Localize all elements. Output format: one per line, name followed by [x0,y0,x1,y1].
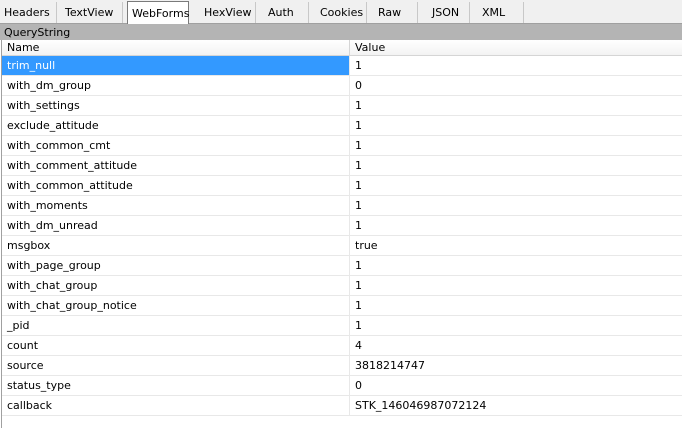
table-row[interactable]: with_common_attitude 1 [2,176,682,196]
table-row[interactable]: trim_null 1 [2,56,682,76]
param-value: 1 [355,179,362,192]
querystring-grid[interactable]: Name Value trim_null 1 with_dm_group 0 wit… [1,40,682,428]
table-row[interactable]: callback STK_146046987072124 [2,396,682,416]
param-name: status_type [2,376,350,395]
tab-json[interactable]: JSON [428,2,470,23]
param-name: with_dm_group [2,76,350,95]
param-value: 1 [355,119,362,132]
tab-xml[interactable]: XML [478,2,524,23]
param-name: with_chat_group [2,276,350,295]
param-value: 1 [355,99,362,112]
param-name: with_comment_attitude [2,156,350,175]
param-value: 4 [355,339,362,352]
table-row[interactable]: msgbox true [2,236,682,256]
param-value: true [355,239,378,252]
tab-hexview[interactable]: HexView [200,2,256,23]
inspector-tab-bar: Headers TextView WebForms HexView Auth C… [0,0,682,24]
section-title: QueryString [0,24,682,40]
param-name: with_page_group [2,256,350,275]
param-value: 1 [355,59,362,72]
table-row[interactable]: exclude_attitude 1 [2,116,682,136]
param-name: with_common_cmt [2,136,350,155]
querystring-section: QueryString Name Value trim_null 1 with_d… [0,24,682,428]
table-row[interactable]: status_type 0 [2,376,682,396]
tab-webforms[interactable]: WebForms [127,1,189,24]
tab-headers[interactable]: Headers [0,2,57,23]
param-value: 0 [355,79,362,92]
table-row[interactable]: with_chat_group 1 [2,276,682,296]
param-name: with_moments [2,196,350,215]
param-name: callback [2,396,350,415]
table-row[interactable]: with_moments 1 [2,196,682,216]
param-name: with_common_attitude [2,176,350,195]
tab-raw[interactable]: Raw [374,2,418,23]
param-value: 1 [355,319,362,332]
table-row[interactable]: with_comment_attitude 1 [2,156,682,176]
table-row[interactable]: _pid 1 [2,316,682,336]
tab-textview[interactable]: TextView [61,2,123,23]
param-name: with_dm_unread [2,216,350,235]
param-value: 0 [355,379,362,392]
table-row[interactable]: source 3818214747 [2,356,682,376]
param-name: exclude_attitude [2,116,350,135]
table-row[interactable]: count 4 [2,336,682,356]
param-value: 1 [355,279,362,292]
param-name: with_chat_group_notice [2,296,350,315]
param-value: 1 [355,299,362,312]
param-value: 3818214747 [355,359,425,372]
param-value: 1 [355,219,362,232]
param-name: with_settings [2,96,350,115]
column-header-name[interactable]: Name [2,40,350,55]
param-name: count [2,336,350,355]
tab-cookies[interactable]: Cookies [316,2,367,23]
param-value: 1 [355,259,362,272]
param-name: _pid [2,316,350,335]
param-name: source [2,356,350,375]
param-name: trim_null [2,56,350,75]
table-row[interactable]: with_common_cmt 1 [2,136,682,156]
grid-header: Name Value [2,40,682,56]
table-row[interactable]: with_dm_unread 1 [2,216,682,236]
table-row[interactable]: with_dm_group 0 [2,76,682,96]
grid-rows: trim_null 1 with_dm_group 0 with_settings 1… [2,56,682,416]
table-row[interactable]: with_chat_group_notice 1 [2,296,682,316]
param-name: msgbox [2,236,350,255]
param-value: STK_146046987072124 [355,399,487,412]
tab-auth[interactable]: Auth [264,2,309,23]
column-header-value[interactable]: Value [350,40,682,55]
param-value: 1 [355,139,362,152]
param-value: 1 [355,159,362,172]
table-row[interactable]: with_page_group 1 [2,256,682,276]
table-row[interactable]: with_settings 1 [2,96,682,116]
param-value: 1 [355,199,362,212]
